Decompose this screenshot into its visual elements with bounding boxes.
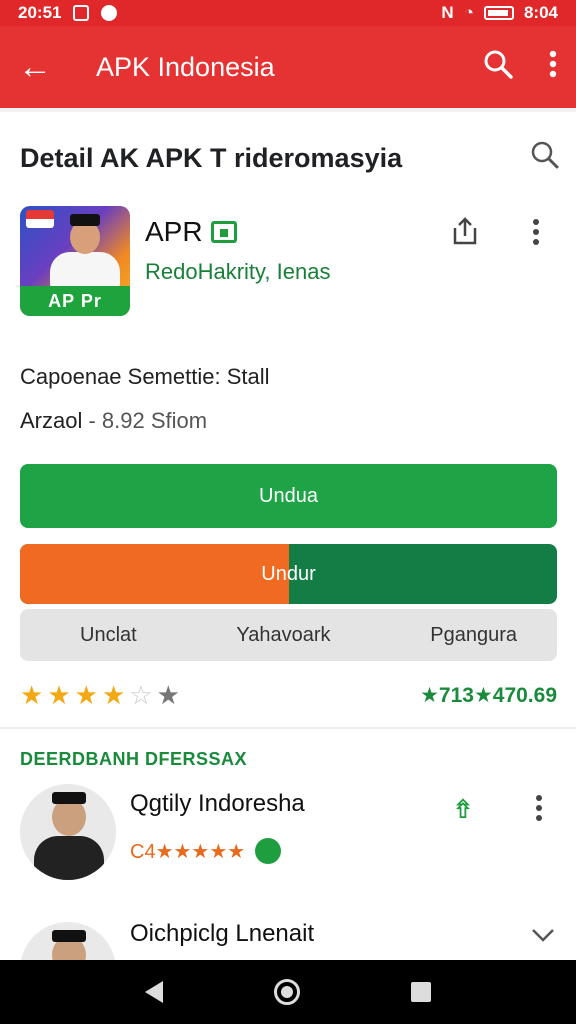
download-button[interactable]: Undua — [20, 464, 557, 528]
wifi-icon: ◔ — [463, 3, 474, 22]
size-text: Arzaol - 8.92 Sfiom — [20, 408, 208, 433]
detail-content: Detail AK APK T rideromasyia AP Pr APR R… — [0, 108, 576, 1018]
chevron-down-icon[interactable] — [530, 922, 556, 950]
tab-2[interactable]: Yahavoark — [236, 624, 330, 647]
share-icon[interactable] — [450, 216, 480, 253]
list-item-title: Qgtily Indoresha — [130, 790, 305, 817]
back-arrow-icon[interactable]: ← — [18, 50, 62, 84]
rating-stars: ★ ★ ★ ★ ☆ ★ — [20, 682, 180, 708]
nav-bar — [0, 960, 576, 1024]
status-bar: 20:51 N ◔ 8:04 — [0, 0, 576, 26]
progress-fill — [20, 544, 289, 604]
star-grey-icon: ★ — [156, 680, 180, 710]
section-title: DEERDBANH DFERSSAX — [20, 749, 248, 769]
tab-3[interactable]: Pgangura — [430, 624, 517, 647]
search-icon[interactable] — [530, 140, 560, 177]
app-name: APR — [145, 216, 237, 248]
more-vert-icon[interactable] — [532, 218, 540, 253]
star-full-icon: ★ — [20, 680, 44, 710]
download-progress-button[interactable]: Undur — [20, 544, 557, 604]
nav-home-icon[interactable] — [273, 979, 300, 1005]
share-icon[interactable]: ⇮ — [452, 794, 474, 825]
nav-recents-icon[interactable] — [410, 982, 431, 1002]
verified-icon — [210, 221, 237, 243]
developer-name[interactable]: RedoHakrity, Ienas — [145, 259, 330, 285]
chat-icon — [101, 5, 118, 21]
flag-icon — [26, 210, 54, 228]
avatar — [20, 784, 116, 880]
app-icon-label: AP Pr — [20, 286, 130, 316]
tab-1[interactable]: Unclat — [80, 624, 137, 647]
battery-icon — [483, 6, 514, 20]
star-full-icon: ★ — [74, 680, 98, 710]
list-item[interactable]: Qgtily Indoresha C4★★★★★ ⇮ — [20, 784, 560, 884]
tab-bar: Unclat Yahavoark Pgangura — [20, 609, 557, 661]
detail-header: Detail AK APK T rideromasyia — [20, 140, 560, 177]
divider — [0, 727, 576, 729]
progress-label: Undur — [261, 562, 316, 585]
app-bar: ← APK Indonesia — [0, 26, 576, 108]
app-bar-title: APK Indonesia — [96, 51, 275, 82]
star-full-icon: ★ — [101, 680, 126, 710]
list-item-title: Oichpiclg Lnenait — [130, 920, 315, 947]
star-empty-icon: ☆ — [129, 680, 153, 710]
star-full-icon: ★ — [47, 680, 71, 710]
badge-icon — [255, 838, 282, 864]
category-text: Capoenae Semettie: Stall — [20, 364, 270, 389]
page-title: Detail AK APK T rideromasyia — [20, 143, 403, 173]
more-vert-icon[interactable] — [535, 794, 543, 829]
search-icon[interactable] — [482, 48, 514, 86]
app-icon[interactable]: AP Pr — [20, 206, 130, 316]
rating-count: ★713★470.69 — [420, 683, 557, 707]
rating-row: ★ ★ ★ ★ ☆ ★ ★713★470.69 — [20, 682, 557, 708]
nfc-icon: N — [441, 3, 454, 22]
status-time: 20:51 — [18, 3, 62, 22]
list-item-subtitle: C4★★★★★ — [130, 838, 282, 864]
notification-icon — [73, 5, 90, 21]
status-right-text: 8:04 — [523, 3, 558, 22]
nav-back-icon[interactable] — [145, 981, 164, 1003]
more-vert-icon[interactable] — [548, 49, 558, 85]
